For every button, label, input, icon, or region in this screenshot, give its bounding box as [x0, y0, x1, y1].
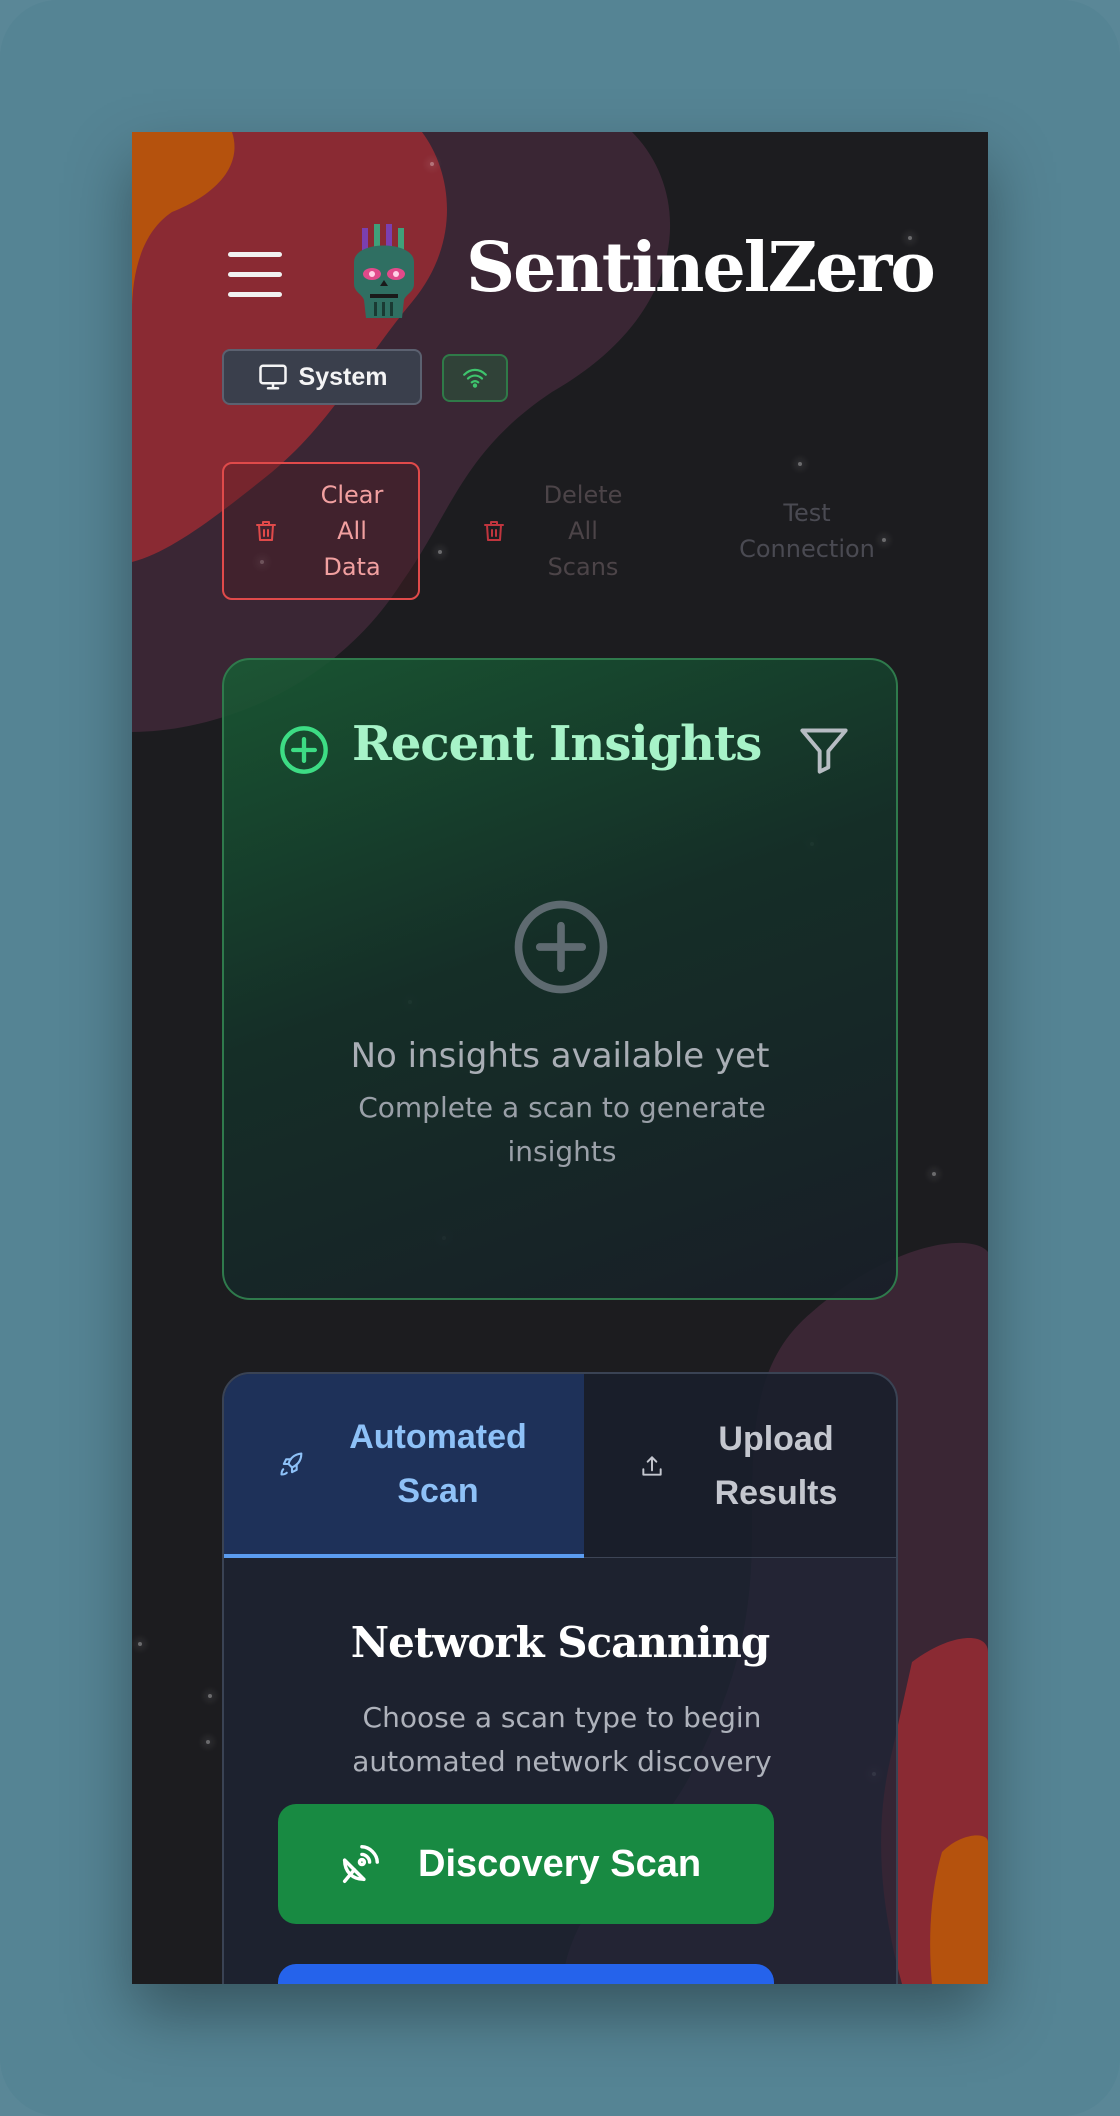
system-label: System — [298, 362, 388, 391]
empty-state-title: No insights available yet — [350, 1036, 770, 1076]
trash-icon — [256, 521, 276, 541]
skull-logo — [354, 224, 414, 318]
satellite-dish-icon — [342, 1845, 379, 1883]
network-scanning-subtitle: Choose a scan type to begin automated ne… — [352, 1701, 772, 1778]
monitor-icon — [258, 364, 287, 390]
network-scan-card: Automated Scan Upload Results Network Sc… — [222, 1372, 898, 1984]
recent-insights-card: Recent Insights No insights available ye… — [222, 658, 898, 1300]
network-scanning-title: Network Scanning — [350, 1618, 771, 1667]
data-actions: Clear All Data Delete All Scans Test Con… — [222, 462, 922, 602]
upload-icon — [642, 1455, 662, 1476]
app-screen: SentinelZero System Clear All Data Delet… — [132, 132, 988, 1984]
clear-all-data-button[interactable]: Clear All Data — [222, 462, 420, 600]
delete-all-scans-button[interactable]: Delete All Scans — [452, 462, 652, 600]
tab-automated-scan[interactable]: Automated Scan — [224, 1374, 584, 1558]
insights-title: Recent Insights — [352, 716, 762, 772]
device-frame: SentinelZero System Clear All Data Delet… — [0, 0, 1120, 2116]
rocket-icon — [280, 1452, 303, 1476]
app-header: SentinelZero — [132, 132, 988, 332]
wifi-icon — [463, 368, 487, 388]
empty-state-plus-icon — [514, 900, 608, 994]
filter-icon[interactable] — [798, 724, 850, 776]
plus-circle-icon — [280, 726, 328, 774]
secondary-scan-button[interactable] — [278, 1964, 774, 1984]
system-theme-button[interactable]: System — [222, 349, 422, 405]
tab-automated-scan-label: Automated Scan — [349, 1418, 527, 1510]
delete-all-scans-label: Delete All Scans — [543, 481, 623, 581]
app-title: SentinelZero — [466, 228, 936, 308]
tab-upload-results[interactable]: Upload Results — [584, 1374, 896, 1558]
tab-upload-results-label: Upload Results — [714, 1419, 838, 1512]
empty-state-subtitle: Complete a scan to generate insights — [358, 1091, 766, 1168]
clear-all-data-label: Clear All Data — [320, 481, 384, 581]
hamburger-menu-icon[interactable] — [228, 252, 286, 298]
trash-icon — [484, 521, 504, 541]
test-connection-label: Test Connection — [739, 499, 875, 563]
test-connection-button[interactable]: Test Connection — [692, 462, 922, 600]
discovery-scan-label: Discovery Scan — [418, 1842, 702, 1885]
discovery-scan-button[interactable]: Discovery Scan — [278, 1804, 774, 1924]
connection-status-button[interactable] — [442, 354, 508, 402]
